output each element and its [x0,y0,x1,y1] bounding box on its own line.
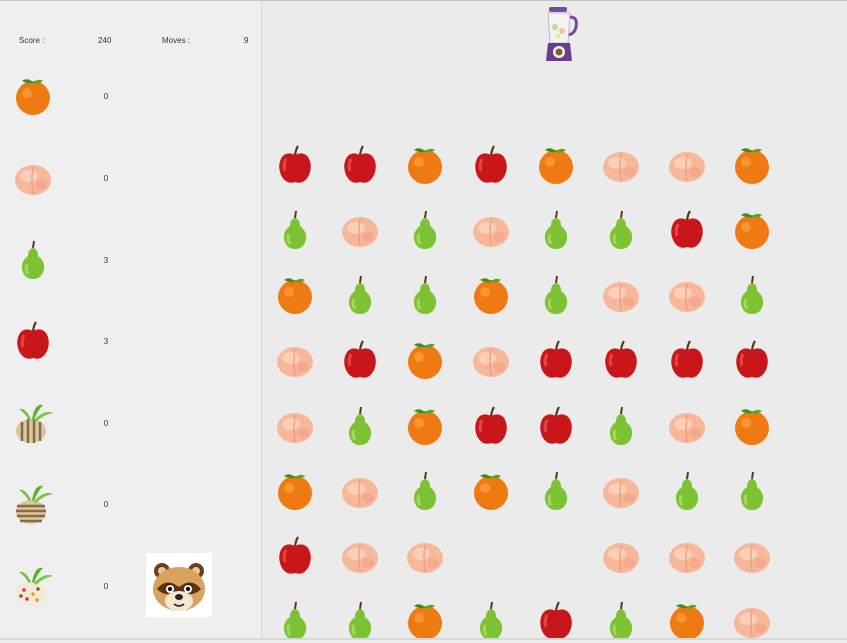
peach-tile[interactable] [599,143,643,187]
peach-tile[interactable] [730,599,774,643]
peach-tile[interactable] [599,469,643,513]
orange-tile[interactable] [403,599,447,643]
pear-tile[interactable] [338,273,382,317]
pear-tile[interactable] [534,208,578,252]
score-value: 240 [98,36,112,45]
raccoon-portrait-icon[interactable] [146,553,212,617]
orange-tile[interactable] [469,469,513,513]
apple-icon [11,319,55,363]
peach-tile[interactable] [338,208,382,252]
turnip-spotted-count: 0 [103,582,109,591]
blender-icon[interactable] [540,5,580,65]
peach-tile[interactable] [665,143,709,187]
orange-tile[interactable] [273,273,317,317]
peach-tile[interactable] [338,534,382,578]
apple-tile[interactable] [273,534,317,578]
pear-tile[interactable] [403,273,447,317]
peach-tile[interactable] [665,534,709,578]
peach-tile[interactable] [273,404,317,448]
apple-tile[interactable] [273,143,317,187]
apple-tile[interactable] [469,143,513,187]
apple-tile[interactable] [534,338,578,382]
pear-tile[interactable] [273,208,317,252]
pear-tile[interactable] [403,469,447,513]
apple-tile[interactable] [469,404,513,448]
pear-tile[interactable] [534,469,578,513]
peach-tile[interactable] [338,469,382,513]
peach-tile[interactable] [665,404,709,448]
apple-tile[interactable] [338,338,382,382]
game-board [262,1,847,640]
apple-tile[interactable] [665,338,709,382]
pear-tile[interactable] [273,599,317,643]
orange-tile[interactable] [730,208,774,252]
peach-icon [11,156,55,200]
apple-tile[interactable] [599,338,643,382]
apple-count: 3 [103,337,109,346]
peach-tile[interactable] [730,534,774,578]
pear-count: 3 [103,256,109,265]
moves-value: 9 [244,36,249,45]
orange-tile[interactable] [665,599,709,643]
orange-tile[interactable] [730,143,774,187]
peach-tile[interactable] [273,338,317,382]
apple-tile[interactable] [665,208,709,252]
orange-icon [11,74,55,118]
turnip-striped-vertical-icon [11,401,55,445]
pear-tile[interactable] [599,404,643,448]
orange-tile[interactable] [469,273,513,317]
peach-tile[interactable] [599,273,643,317]
pear-tile[interactable] [403,208,447,252]
orange-tile[interactable] [534,143,578,187]
peach-count: 0 [103,174,109,183]
turnip-striped-horizontal-icon [11,482,55,526]
peach-tile[interactable] [599,534,643,578]
apple-tile[interactable] [534,404,578,448]
pear-tile[interactable] [338,404,382,448]
turnip-striped-vertical-count: 0 [103,419,109,428]
pear-icon [11,238,55,282]
orange-tile[interactable] [403,338,447,382]
peach-tile[interactable] [403,534,447,578]
moves-label: Moves : [162,36,191,45]
pear-tile[interactable] [665,469,709,513]
orange-count: 0 [103,92,109,101]
pear-tile[interactable] [338,599,382,643]
orange-tile[interactable] [403,143,447,187]
apple-tile[interactable] [730,338,774,382]
pear-tile[interactable] [599,208,643,252]
turnip-spotted-icon [11,564,55,608]
pear-tile[interactable] [730,273,774,317]
apple-tile[interactable] [534,599,578,643]
score-label: Score : [19,36,45,45]
orange-tile[interactable] [403,404,447,448]
pear-tile[interactable] [599,599,643,643]
turnip-striped-horizontal-count: 0 [103,500,109,509]
peach-tile[interactable] [469,208,513,252]
pear-tile[interactable] [730,469,774,513]
pear-tile[interactable] [534,273,578,317]
side-panel: Score : 240 Moves : 9 0 0 3 3 0 0 0 [0,1,261,639]
pear-tile[interactable] [469,599,513,643]
orange-tile[interactable] [730,404,774,448]
apple-tile[interactable] [338,143,382,187]
peach-tile[interactable] [665,273,709,317]
orange-tile[interactable] [273,469,317,513]
peach-tile[interactable] [469,338,513,382]
